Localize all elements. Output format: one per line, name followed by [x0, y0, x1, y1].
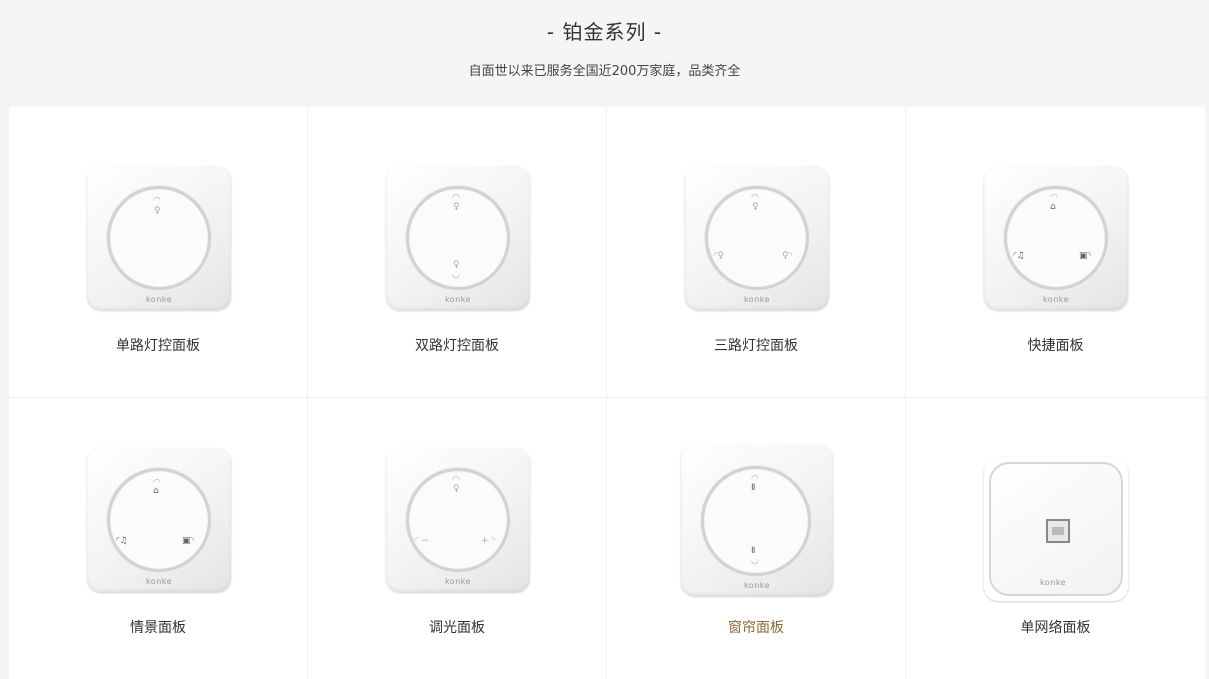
music-icon: ◜♫: [116, 536, 128, 546]
panel-frame: [989, 462, 1123, 596]
touch-ring: ◠ ⌂ ◜♫ ▣◝: [1004, 186, 1108, 290]
product-name[interactable]: 三路灯控面板: [607, 335, 905, 355]
brand-logo: konke: [743, 581, 771, 590]
lock-icon: ▣◝: [1079, 251, 1091, 261]
product-image: ◠ ♀ ◜ − + ◝ konke: [386, 448, 530, 592]
touch-ring: ◠ ♀ ◜ − + ◝: [406, 468, 510, 572]
product-card-shortcut[interactable]: ◠ ⌂ ◜♫ ▣◝ konke 快捷面板: [906, 107, 1205, 398]
brand-logo: konke: [145, 295, 173, 304]
product-name[interactable]: 双路灯控面板: [308, 335, 606, 355]
section-title: - 铂金系列 -: [546, 20, 663, 44]
product-image: ◠ ♀ ♀ ◡ konke: [386, 166, 530, 310]
product-image: ◠ ♀ ◜♀ ♀◝ konke: [685, 166, 829, 310]
signal-icon: ◠: [153, 196, 161, 206]
lock-icon: ▣◝: [182, 536, 194, 546]
product-name[interactable]: 单网络面板: [906, 617, 1205, 637]
product-name[interactable]: 情景面板: [9, 617, 307, 637]
touch-ring: ◠ ♀ ♀ ◡: [406, 186, 510, 290]
bulb-icon: ◜♀: [714, 251, 725, 261]
bulb-icon: ♀◝: [782, 251, 793, 261]
curtain-icon: Ⅱ: [751, 483, 756, 493]
signal-icon: ◡: [751, 556, 759, 566]
touch-ring: ◠ Ⅱ Ⅱ ◡: [701, 466, 811, 576]
brand-logo: konke: [1040, 578, 1067, 587]
product-card-curtain[interactable]: ◠ Ⅱ Ⅱ ◡ konke 窗帘面板: [607, 398, 906, 679]
product-card-network[interactable]: konke 单网络面板: [906, 398, 1205, 679]
product-card-scene[interactable]: ◠ ⌂ ◜♫ ▣◝ konke 情景面板: [9, 398, 308, 679]
brand-logo: konke: [743, 295, 771, 304]
home-icon: ⌂: [1050, 202, 1056, 212]
section-header: - 铂金系列 - 自面世以来已服务全国近200万家庭，品类齐全: [0, 0, 1209, 107]
product-name[interactable]: 快捷面板: [906, 335, 1205, 355]
brand-logo: konke: [444, 295, 472, 304]
product-card-dimmer[interactable]: ◠ ♀ ◜ − + ◝ konke 调光面板: [308, 398, 607, 679]
brand-logo: konke: [145, 577, 173, 586]
product-grid: ◠ ♀ konke 单路灯控面板 ◠ ♀ ♀ ◡ konke 双路灯控面板 ◠ …: [9, 107, 1205, 679]
product-image: konke: [984, 457, 1128, 601]
product-card-triple-light[interactable]: ◠ ♀ ◜♀ ♀◝ konke 三路灯控面板: [607, 107, 906, 398]
minus-icon: ◜ −: [415, 536, 429, 546]
brand-logo: konke: [444, 577, 472, 586]
bulb-icon: ♀: [752, 202, 759, 212]
touch-ring: ◠ ♀: [107, 186, 211, 290]
music-icon: ◜♫: [1013, 251, 1025, 261]
product-image: ◠ ⌂ ◜♫ ▣◝ konke: [87, 448, 231, 592]
touch-ring: ◠ ♀ ◜♀ ♀◝: [705, 186, 809, 290]
plus-icon: + ◝: [481, 536, 495, 546]
bulb-icon: ♀: [453, 484, 460, 494]
product-name[interactable]: 单路灯控面板: [9, 335, 307, 355]
product-image: ◠ ♀ konke: [87, 166, 231, 310]
bulb-icon: ♀: [154, 206, 161, 216]
home-icon: ⌂: [153, 486, 159, 496]
product-image: ◠ Ⅱ Ⅱ ◡ konke: [681, 444, 833, 596]
product-card-single-light[interactable]: ◠ ♀ konke 单路灯控面板: [9, 107, 308, 398]
bulb-icon: ♀: [453, 260, 460, 270]
signal-icon: ◡: [452, 270, 460, 280]
bulb-icon: ♀: [453, 202, 460, 212]
network-port-icon: [1046, 519, 1070, 543]
brand-logo: konke: [1042, 295, 1070, 304]
product-card-double-light[interactable]: ◠ ♀ ♀ ◡ konke 双路灯控面板: [308, 107, 607, 398]
product-name[interactable]: 调光面板: [308, 617, 606, 637]
curtain-icon: Ⅱ: [751, 546, 756, 556]
section-subtitle: 自面世以来已服务全国近200万家庭，品类齐全: [468, 64, 741, 79]
product-image: ◠ ⌂ ◜♫ ▣◝ konke: [984, 166, 1128, 310]
product-name[interactable]: 窗帘面板: [607, 617, 905, 637]
touch-ring: ◠ ⌂ ◜♫ ▣◝: [107, 468, 211, 572]
